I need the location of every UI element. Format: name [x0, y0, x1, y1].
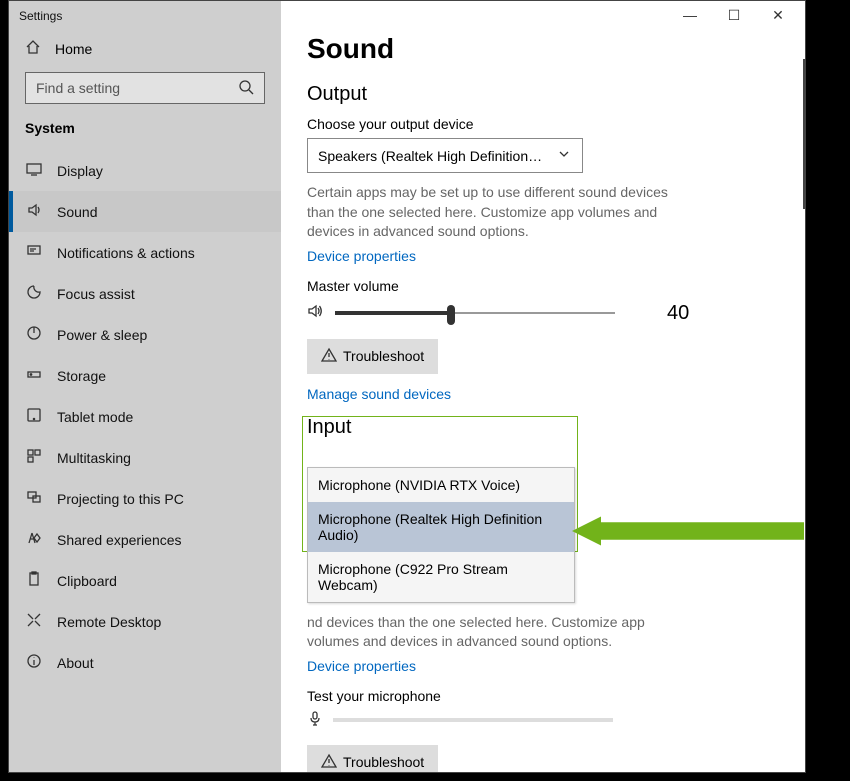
output-device-selected: Speakers (Realtek High Definition…	[318, 148, 542, 164]
remote-icon	[25, 612, 43, 631]
chevron-down-icon	[556, 146, 572, 165]
shared-icon	[25, 530, 43, 549]
notifications-icon	[25, 243, 43, 262]
warning-icon	[321, 753, 337, 772]
sidebar-item-projecting[interactable]: Projecting to this PC	[9, 478, 281, 519]
sidebar: Settings Home Find a setting System Disp…	[9, 1, 281, 772]
sidebar-category: System	[9, 118, 281, 150]
multitasking-icon	[25, 448, 43, 467]
home-icon	[25, 39, 41, 58]
page-title: Sound	[307, 33, 779, 65]
master-volume-value: 40	[667, 302, 689, 325]
projecting-icon	[25, 489, 43, 508]
sidebar-item-display[interactable]: Display	[9, 150, 281, 191]
search-input[interactable]: Find a setting	[25, 72, 265, 104]
window-title: Settings	[9, 1, 281, 31]
sidebar-item-clipboard[interactable]: Clipboard	[9, 560, 281, 601]
minimize-button[interactable]: —	[677, 7, 703, 23]
test-mic-label: Test your microphone	[307, 688, 779, 704]
sidebar-item-label: Clipboard	[57, 573, 117, 589]
sidebar-item-tablet[interactable]: Tablet mode	[9, 396, 281, 437]
sidebar-item-label: Shared experiences	[57, 532, 182, 548]
sidebar-item-about[interactable]: About	[9, 642, 281, 683]
content-pane: — ☐ ✕ Sound Output Choose your output de…	[281, 1, 805, 772]
sidebar-item-label: Projecting to this PC	[57, 491, 184, 507]
focus-assist-icon	[25, 284, 43, 303]
master-volume-label: Master volume	[307, 278, 779, 294]
output-device-dropdown[interactable]: Speakers (Realtek High Definition…	[307, 138, 583, 173]
input-device-option-selected[interactable]: Microphone (Realtek High Definition Audi…	[308, 502, 574, 552]
settings-window: Settings Home Find a setting System Disp…	[8, 0, 806, 773]
input-device-option[interactable]: Microphone (C922 Pro Stream Webcam)	[308, 552, 574, 602]
scrollbar[interactable]	[803, 59, 805, 209]
speaker-icon[interactable]	[307, 303, 323, 324]
tablet-icon	[25, 407, 43, 426]
input-device-option[interactable]: Microphone (NVIDIA RTX Voice)	[308, 468, 574, 502]
sidebar-item-power[interactable]: Power & sleep	[9, 314, 281, 355]
sidebar-item-label: Focus assist	[57, 286, 135, 302]
clipboard-icon	[25, 571, 43, 590]
home-link[interactable]: Home	[9, 31, 281, 72]
sidebar-item-label: Remote Desktop	[57, 614, 161, 630]
power-icon	[25, 325, 43, 344]
sidebar-item-remote[interactable]: Remote Desktop	[9, 601, 281, 642]
search-icon	[238, 79, 254, 98]
output-helper-text: Certain apps may be set up to use differ…	[307, 183, 687, 242]
sidebar-item-sound[interactable]: Sound	[9, 191, 281, 232]
input-device-dropdown-open[interactable]: Microphone (NVIDIA RTX Voice) Microphone…	[307, 467, 575, 603]
storage-icon	[25, 366, 43, 385]
sidebar-item-multitasking[interactable]: Multitasking	[9, 437, 281, 478]
sidebar-item-storage[interactable]: Storage	[9, 355, 281, 396]
master-volume-slider[interactable]	[335, 303, 615, 323]
sidebar-item-shared[interactable]: Shared experiences	[9, 519, 281, 560]
maximize-button[interactable]: ☐	[721, 7, 747, 24]
sidebar-item-label: Multitasking	[57, 450, 131, 466]
input-helper-text: nd devices than the one selected here. C…	[307, 613, 687, 652]
display-icon	[25, 161, 43, 180]
output-device-properties-link[interactable]: Device properties	[307, 248, 779, 264]
sidebar-item-label: Power & sleep	[57, 327, 147, 343]
sidebar-item-label: Sound	[57, 204, 97, 220]
sidebar-item-label: Notifications & actions	[57, 245, 195, 261]
warning-icon	[321, 347, 337, 366]
microphone-icon	[307, 710, 323, 731]
about-icon	[25, 653, 43, 672]
sidebar-item-label: About	[57, 655, 94, 671]
sidebar-item-label: Tablet mode	[57, 409, 133, 425]
input-section-title: Input	[307, 416, 779, 439]
input-device-properties-link[interactable]: Device properties	[307, 658, 779, 674]
output-manage-devices-link[interactable]: Manage sound devices	[307, 386, 779, 402]
close-button[interactable]: ✕	[765, 7, 791, 24]
home-label: Home	[55, 41, 92, 57]
input-troubleshoot-button[interactable]: Troubleshoot	[307, 745, 438, 772]
output-section-title: Output	[307, 83, 779, 106]
sound-icon	[25, 202, 43, 221]
output-choose-label: Choose your output device	[307, 116, 779, 132]
search-placeholder: Find a setting	[36, 80, 238, 96]
output-troubleshoot-button[interactable]: Troubleshoot	[307, 339, 438, 374]
sidebar-item-notifications[interactable]: Notifications & actions	[9, 232, 281, 273]
sidebar-item-label: Display	[57, 163, 103, 179]
sidebar-item-focus-assist[interactable]: Focus assist	[9, 273, 281, 314]
sidebar-item-label: Storage	[57, 368, 106, 384]
mic-level-bar	[333, 718, 613, 722]
